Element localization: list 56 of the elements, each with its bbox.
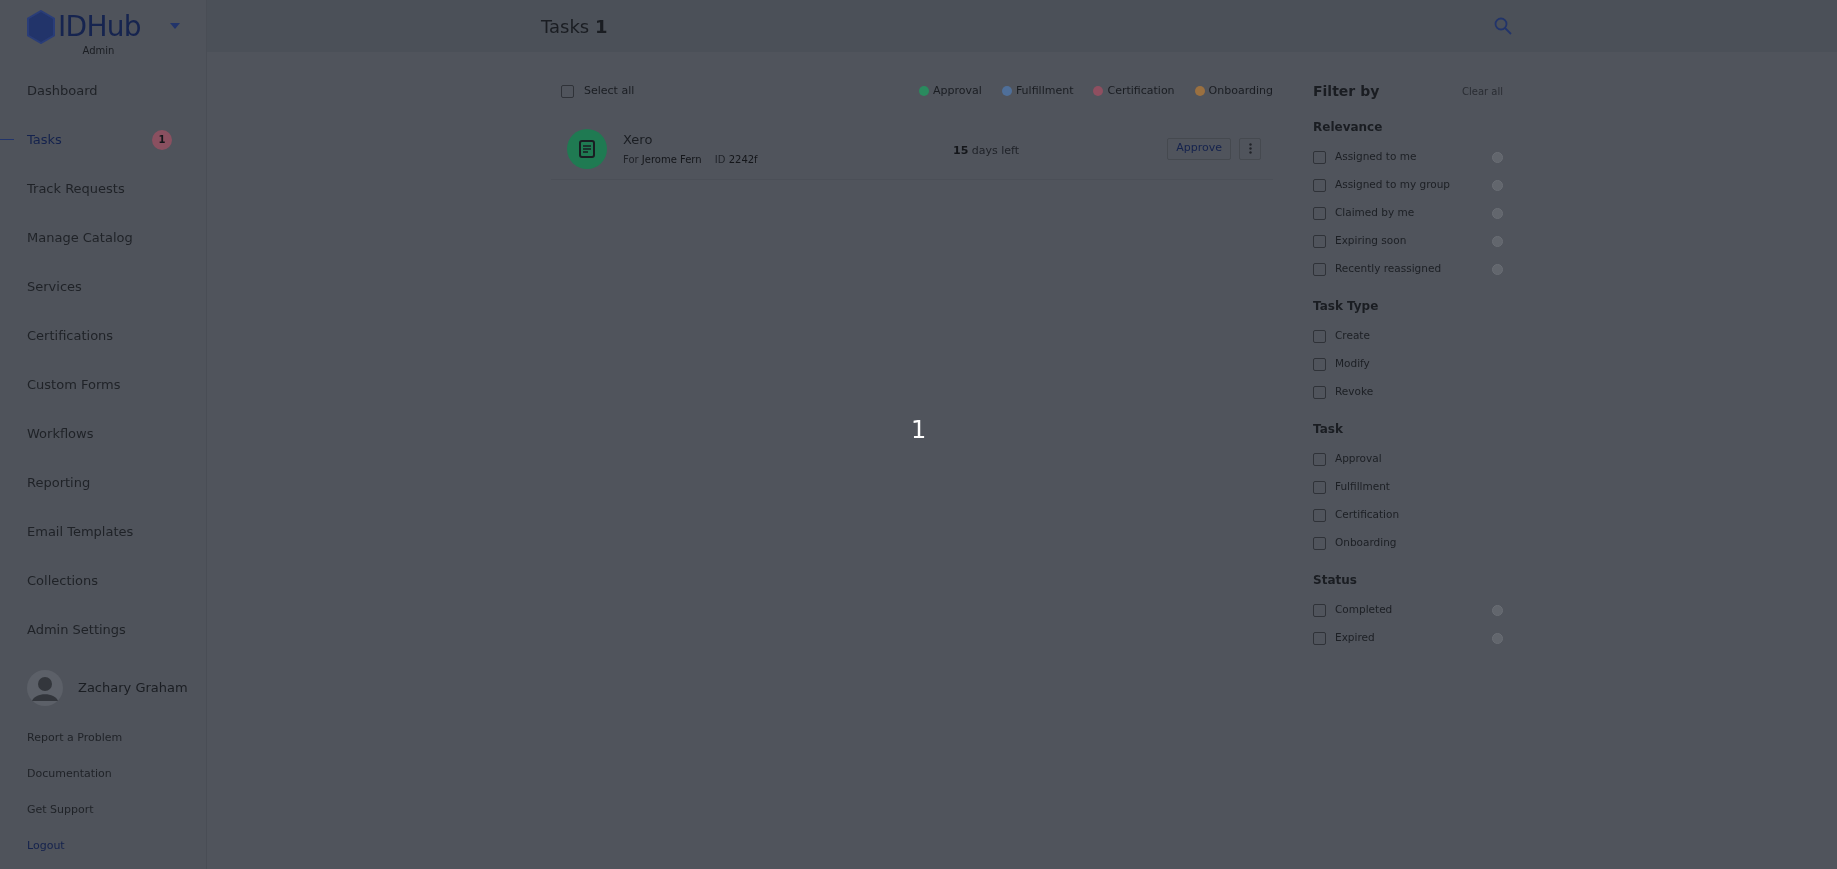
checkbox[interactable] [1313,385,1326,399]
count-badge: 1 [152,129,172,150]
checkbox[interactable] [1313,357,1326,371]
checkbox[interactable] [1313,206,1326,220]
hexagon-logo-icon [26,10,56,44]
filter-option-label[interactable]: Revoke [1335,384,1374,400]
filter-option-label[interactable]: Approval [1335,451,1382,467]
legend-label: Onboarding [1208,82,1273,99]
checkbox[interactable] [1313,329,1326,343]
checkbox[interactable] [1313,603,1326,617]
checkbox[interactable] [1313,150,1326,164]
filter-option-label[interactable]: Fulfillment [1335,479,1390,495]
info-icon[interactable] [1492,151,1503,163]
checkbox[interactable] [561,84,574,98]
filter-option-label[interactable]: Modify [1335,356,1370,372]
checkbox[interactable] [1313,178,1326,192]
filter-option-label[interactable]: Expired [1335,630,1375,646]
legend-label: Certification [1107,82,1175,99]
footer-link[interactable]: Logout [27,828,65,864]
role-label: Admin [82,44,115,58]
task-name[interactable]: Xero [623,129,653,150]
checkbox[interactable] [1313,536,1326,550]
caret-icon[interactable] [170,23,180,29]
overlay-number: 1 [911,418,927,442]
legend-label: Approval [933,82,982,99]
filter-option-label[interactable]: Completed [1335,602,1393,618]
avatar[interactable] [27,670,63,706]
checkbox[interactable] [1313,452,1326,466]
filter-option-label[interactable]: Recently reassigned [1335,261,1442,277]
select-all-label[interactable]: Select all [584,82,635,100]
selection-indicator [0,139,14,140]
approve-button[interactable]: Approve [1167,137,1231,160]
checkbox[interactable] [1313,508,1326,522]
info-icon[interactable] [1492,179,1503,191]
filter-group-heading: Status [1313,572,1357,589]
checkbox[interactable] [1313,234,1326,248]
info-icon[interactable] [1492,632,1503,644]
user-name: Zachary Graham [78,679,188,698]
filter-group-heading: Task Type [1313,298,1379,315]
legend-label: Fulfillment [1015,82,1074,99]
checkbox[interactable] [1313,262,1326,276]
app-icon [567,128,607,169]
filter-option-label[interactable]: Onboarding [1335,535,1397,551]
search-icon[interactable] [1494,17,1512,35]
filter-group-heading: Task [1313,421,1343,438]
nav-item[interactable]: Tasks [27,129,62,150]
info-icon[interactable] [1492,604,1503,616]
info-icon[interactable] [1492,235,1503,247]
more-options-icon[interactable] [1239,137,1261,160]
checkbox[interactable] [1313,480,1326,494]
checkbox[interactable] [1313,631,1326,645]
logo-text: IDHub [58,13,141,41]
filter-group-heading: Relevance [1313,119,1383,136]
filter-title: Filter by [1313,81,1380,101]
info-icon[interactable] [1492,263,1503,275]
info-icon[interactable] [1492,207,1503,219]
